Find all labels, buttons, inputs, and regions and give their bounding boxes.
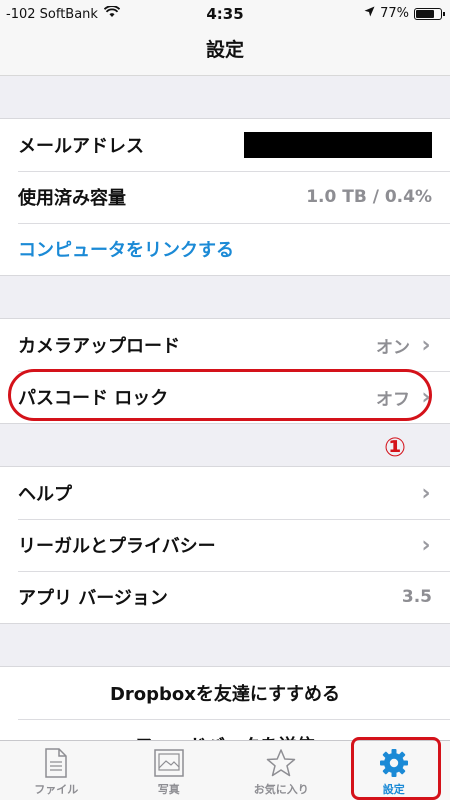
chevron-right-icon: ›: [421, 332, 431, 358]
legal-privacy-label: リーガルとプライバシー: [18, 536, 216, 557]
usage-row: 使用済み容量 1.0 TB / 0.4%: [0, 171, 450, 223]
chevron-right-icon: ›: [421, 480, 431, 506]
tab-photos[interactable]: 写真: [113, 741, 226, 800]
app-version-label: アプリ バージョン: [18, 588, 168, 609]
usage-label: 使用済み容量: [18, 188, 126, 209]
recommend-row[interactable]: Dropboxを友達にすすめる: [0, 667, 450, 719]
app-version-value: 3.5: [401, 587, 432, 607]
email-row: メールアドレス: [0, 119, 450, 171]
annotation-marker: ①: [383, 433, 406, 463]
annotation-highlight-tab: [351, 737, 441, 800]
location-arrow-icon: [364, 6, 375, 21]
legal-privacy-row[interactable]: リーガルとプライバシー ›: [0, 519, 450, 571]
tab-files[interactable]: ファイル: [0, 741, 113, 800]
status-right: 77%: [364, 6, 445, 21]
usage-value: 1.0 TB / 0.4%: [306, 187, 432, 207]
link-computer-label[interactable]: コンピュータをリンクする: [18, 236, 432, 262]
help-label: ヘルプ: [18, 484, 72, 505]
camera-upload-value: オン: [376, 337, 410, 358]
file-icon: [40, 747, 72, 779]
annotation-highlight: [8, 369, 432, 421]
tab-favorites-label: お気に入り: [253, 783, 309, 796]
battery-icon: [414, 7, 445, 20]
page-title: 設定: [205, 39, 244, 61]
star-icon: [265, 747, 297, 779]
battery-percent: 77%: [380, 6, 409, 21]
status-bar: -102 SoftBank 4:35 77%: [0, 0, 450, 28]
app-version-row: アプリ バージョン 3.5: [0, 571, 450, 623]
tab-photos-label: 写真: [157, 783, 180, 796]
tab-favorites[interactable]: お気に入り: [225, 741, 338, 800]
about-section: ヘルプ › リーガルとプライバシー › アプリ バージョン 3.5: [0, 466, 450, 624]
tab-files-label: ファイル: [34, 783, 79, 796]
navigation-bar: 設定: [0, 28, 450, 76]
camera-upload-label: カメラアップロード: [18, 336, 180, 357]
email-redacted: [244, 132, 432, 158]
photo-icon: [153, 747, 185, 779]
help-row[interactable]: ヘルプ ›: [0, 467, 450, 519]
account-section: メールアドレス 使用済み容量 1.0 TB / 0.4% コンピュータをリンクす…: [0, 118, 450, 276]
recommend-label[interactable]: Dropboxを友達にすすめる: [110, 680, 340, 706]
chevron-right-icon: ›: [421, 532, 431, 558]
camera-upload-row[interactable]: カメラアップロード オン ›: [0, 319, 450, 371]
email-label: メールアドレス: [18, 136, 144, 157]
link-computer-row[interactable]: コンピュータをリンクする: [0, 223, 450, 275]
